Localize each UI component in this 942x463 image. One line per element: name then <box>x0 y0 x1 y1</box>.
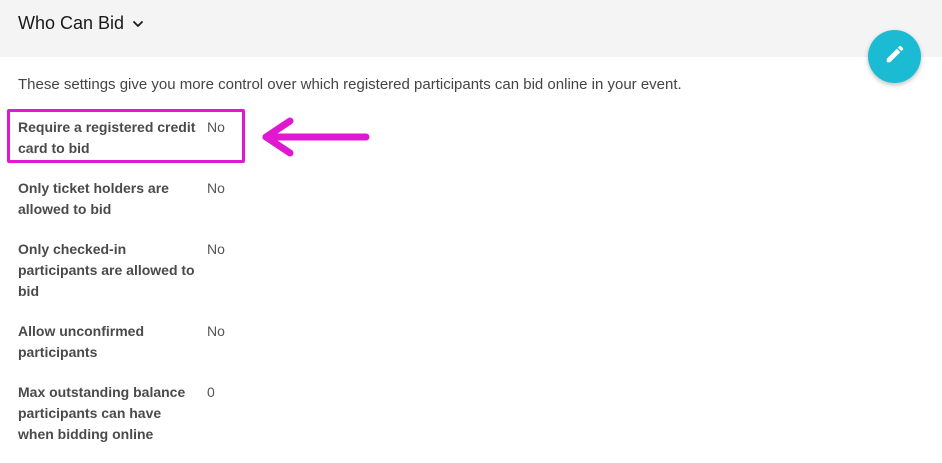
edit-button[interactable] <box>868 30 921 83</box>
setting-value-ticket-holders: No <box>207 180 225 196</box>
setting-value-unconfirmed: No <box>207 323 225 339</box>
setting-label-unconfirmed: Allow unconfirmed participants <box>18 323 144 360</box>
chevron-down-icon <box>132 18 144 30</box>
section-title: Who Can Bid <box>18 13 125 33</box>
arrow-left-icon <box>262 117 370 157</box>
pencil-icon <box>884 43 906 70</box>
setting-value-max-balance: 0 <box>207 384 215 400</box>
section-header: Who Can Bid <box>0 0 942 57</box>
setting-label-ticket-holders: Only ticket holders are allowed to bid <box>18 180 169 217</box>
annotation-highlight-box <box>7 109 245 163</box>
setting-label-max-balance: Max outstanding balance participants can… <box>18 384 186 442</box>
title-dropdown[interactable]: Who Can Bid <box>18 13 144 34</box>
setting-value-checked-in: No <box>207 241 225 257</box>
section-description: These settings give you more control ove… <box>18 76 682 93</box>
who-can-bid-page: Who Can Bid These settings give you more… <box>0 0 942 463</box>
setting-label-checked-in: Only checked-in participants are allowed… <box>18 241 195 299</box>
